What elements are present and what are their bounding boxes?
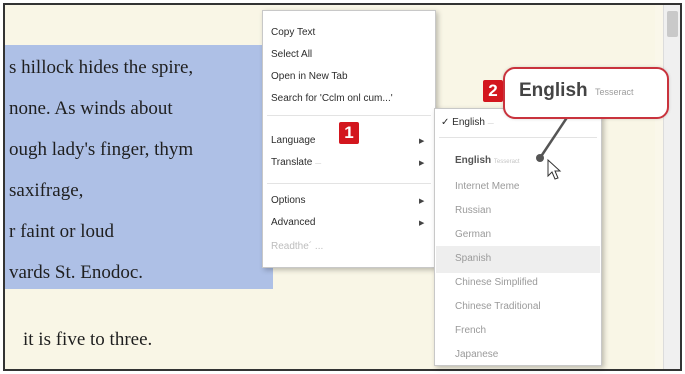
zoom-callout: English Tesseract — [503, 67, 669, 119]
callout-engine-label: Tesseract — [595, 87, 634, 97]
connector-dot — [536, 154, 544, 162]
callout-language-label: English — [519, 80, 588, 101]
step-badge-1: 1 — [339, 122, 359, 144]
mouse-cursor-icon — [547, 158, 562, 180]
step-badge-2: 2 — [483, 80, 503, 102]
callout-connector — [536, 112, 572, 180]
connector-line — [538, 112, 572, 159]
